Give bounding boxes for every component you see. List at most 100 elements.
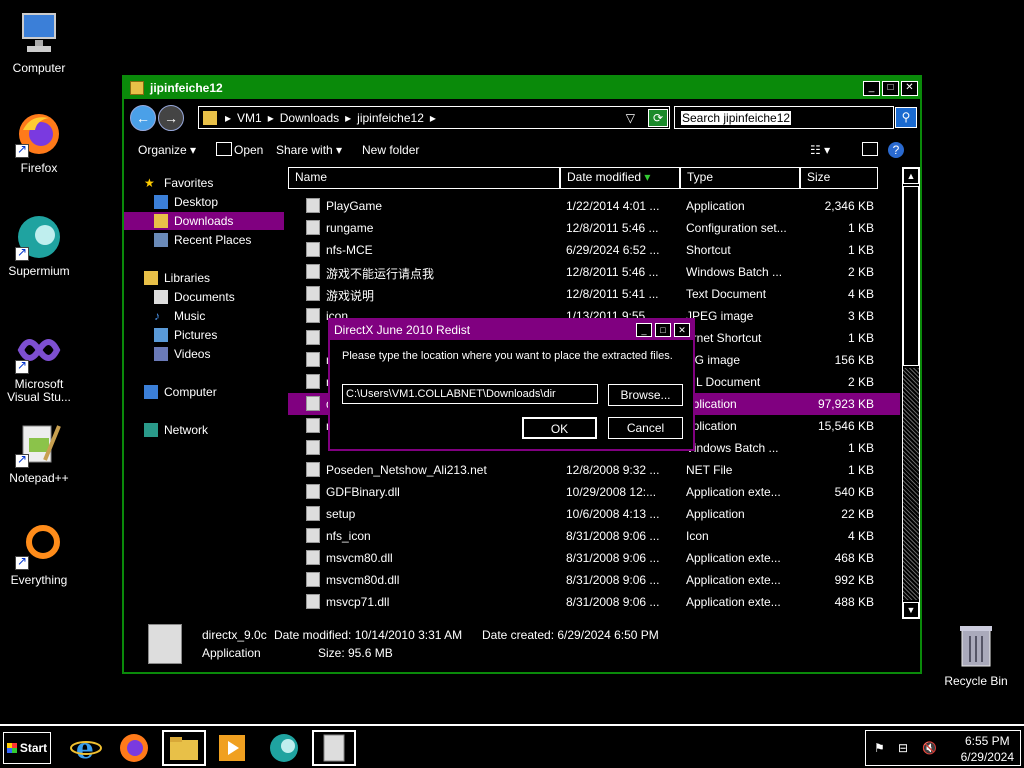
search-icon[interactable]: ⚲ [895,107,917,128]
system-tray: ⚑ ⊟ 🔇 6:55 PM 6/29/2024 [865,730,1021,766]
taskbar-firefox[interactable] [112,730,156,766]
taskbar-supermium[interactable] [262,730,306,766]
refresh-button[interactable]: ⟳ [648,109,668,127]
file-icon [306,418,320,433]
clock[interactable]: 6:55 PM 6/29/2024 [961,733,1014,765]
file-row[interactable]: 游戏说明 12/8/2011 5:41 ... Text Document 4 KB [288,283,900,305]
file-type: pplication [686,419,737,433]
vertical-scrollbar[interactable]: ▲ ▼ [902,167,920,619]
details-modified: Date modified: 10/14/2010 3:31 AM [274,628,463,642]
dialog-minimize-button[interactable]: _ [636,323,652,337]
dialog-titlebar[interactable]: DirectX June 2010 Redist _ □ ✕ [330,320,693,340]
taskbar-media-player[interactable] [210,730,254,766]
chevron-right-icon: ▸ [345,110,352,125]
desktop-icon-firefox[interactable]: Firefox [1,110,77,175]
organize-button[interactable]: Organize ▾ [138,143,196,157]
help-icon[interactable]: ? [888,142,904,158]
start-button[interactable]: Start [3,732,51,764]
breadcrumb-vm1[interactable]: VM1 [237,111,262,125]
view-options-icon[interactable]: ☷ ▾ [810,143,830,157]
extract-dialog[interactable]: DirectX June 2010 Redist _ □ ✕ Please ty… [328,318,695,451]
file-row[interactable]: GDFBinary.dll 10/29/2008 12:... Applicatio… [288,481,900,503]
file-row[interactable]: 游戏不能运行请点我 12/8/2011 5:46 ... Windows Batch… [288,261,900,283]
action-center-flag-icon[interactable]: ⚑ [874,741,885,755]
search-input[interactable]: Search jipinfeiche12 [674,106,894,129]
nav-computer[interactable]: Computer [124,383,284,401]
scroll-down-button[interactable]: ▼ [903,602,919,618]
share-with-button[interactable]: Share with ▾ [276,143,342,157]
file-row[interactable]: nfs-MCE 6/29/2024 6:52 ... Shortcut 1 KB [288,239,900,261]
scroll-track[interactable] [903,368,919,600]
file-name: nfs-MCE [326,243,373,257]
desktop-icon-notepadpp[interactable]: Notepad++ [1,420,77,485]
nav-recent-places[interactable]: Recent Places [124,231,284,249]
nav-network[interactable]: Network [124,421,284,439]
forward-button[interactable]: → [158,105,184,131]
column-name[interactable]: Name [288,167,560,189]
file-icon [306,506,320,521]
minimize-button[interactable]: _ [863,80,880,96]
open-button[interactable]: Open [234,143,263,157]
address-dropdown-icon[interactable]: ▽ [626,111,635,125]
browse-button[interactable]: Browse... [608,384,683,406]
nav-documents[interactable]: Documents [124,288,284,306]
desktop-icon-computer[interactable]: Computer [1,10,77,75]
volume-muted-icon[interactable]: 🔇 [922,741,937,755]
address-bar[interactable]: ▸ VM1 ▸ Downloads ▸ jipinfeiche12 ▸ ▽ [198,106,670,129]
file-date: 6/29/2024 6:52 ... [566,243,660,257]
dialog-maximize-button[interactable]: □ [655,323,671,337]
nav-music[interactable]: ♪ Music [124,307,284,325]
file-icon [306,330,320,345]
column-date-modified[interactable]: Date modified ▾ [560,167,680,189]
ok-button[interactable]: OK [522,417,597,439]
nav-downloads[interactable]: Downloads [124,212,284,230]
extract-path-input[interactable] [342,384,598,404]
new-folder-button[interactable]: New folder [362,143,419,157]
taskbar-installer[interactable] [312,730,356,766]
close-button[interactable]: ✕ [901,80,918,96]
nav-desktop[interactable]: Desktop [124,193,284,211]
breadcrumb-downloads[interactable]: Downloads [280,111,339,125]
file-row[interactable]: msvcm80d.dll 8/31/2008 9:06 ... Applicatio… [288,569,900,591]
nav-pictures[interactable]: Pictures [124,326,284,344]
file-row[interactable]: PlayGame 1/22/2014 4:01 ... Application 2,3… [288,195,900,217]
desktop-icon-visual-studio[interactable]: Microsoft Visual Stu... [1,326,77,404]
scroll-thumb[interactable] [903,186,919,366]
file-type: Windows Batch ... [686,265,783,279]
desktop-icon-recycle-bin[interactable]: Recycle Bin [938,624,1014,688]
file-row[interactable]: rungame 12/8/2011 5:46 ... Configuration s… [288,217,900,239]
desktop-icon-everything[interactable]: Everything [1,522,77,587]
windows-logo-icon [6,743,17,753]
scroll-up-button[interactable]: ▲ [903,168,919,184]
taskbar-internet-explorer[interactable]: e [64,730,108,766]
file-size: 992 KB [834,573,874,587]
preview-pane-icon[interactable] [862,142,878,156]
desktop-icon-supermium[interactable]: Supermium [1,213,77,278]
nav-videos[interactable]: Videos [124,345,284,363]
taskbar-explorer[interactable] [162,730,206,766]
back-button[interactable]: ← [130,105,156,131]
breadcrumb-jipinfeiche12[interactable]: jipinfeiche12 [357,111,424,125]
column-type[interactable]: Type [680,167,800,189]
file-row[interactable]: Poseden_Netshow_Ali213.net 12/8/2008 9:32… [288,459,900,481]
desktop-icon-label: Notepad++ [9,471,69,485]
file-row[interactable]: msvcp71.dll 8/31/2008 9:06 ... Application… [288,591,900,613]
file-size: 2,346 KB [824,199,874,213]
cancel-button[interactable]: Cancel [608,417,683,439]
file-row[interactable]: nfs_icon 8/31/2008 9:06 ... Icon 4 KB [288,525,900,547]
dialog-close-button[interactable]: ✕ [674,323,690,337]
file-row[interactable]: msvcm80.dll 8/31/2008 9:06 ... Application… [288,547,900,569]
nav-favorites[interactable]: ★ Favorites [124,174,284,192]
file-icon [306,286,320,301]
column-size[interactable]: Size [800,167,878,189]
details-pane: directx_9.0c Date modified: 10/14/2010 3… [124,622,920,672]
file-row[interactable]: setup 10/6/2008 4:13 ... Application 22 KB [288,503,900,525]
nav-libraries[interactable]: Libraries [124,269,284,287]
desktop-icon-label: Recycle Bin [944,674,1008,688]
network-tray-icon[interactable]: ⊟ [898,741,908,755]
network-icon [144,423,158,437]
file-size: 540 KB [834,485,874,499]
maximize-button[interactable]: □ [882,80,899,96]
window-titlebar[interactable]: jipinfeiche12 _ □ ✕ [124,77,920,99]
file-name: GDFBinary.dll [326,485,400,499]
